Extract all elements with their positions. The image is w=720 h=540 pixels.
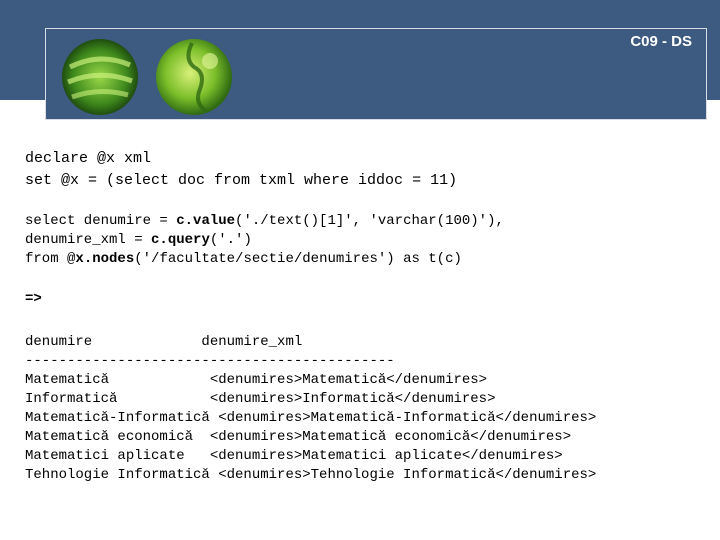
result-row: Matematică economică <denumires>Matemati… [25,429,572,445]
result-row: Matematică <denumires>Matematică</denumi… [25,372,488,388]
code-keyword: c.value [176,213,236,229]
result-separator: ----------------------------------------… [25,353,395,369]
code-keyword: c.query [151,232,210,248]
code-text: ('.') [209,232,252,248]
slide-title: C09 - DS [630,33,692,50]
code-line: set @x = (select doc from txml where idd… [25,172,458,189]
code-line: denumire_xml = c.query('.') [25,231,252,250]
header-panel: C09 - DS [45,28,707,120]
puzzle-decoration-icon [156,39,232,115]
code-text: ('./text()[1]', 'varchar(100)'), [235,213,504,229]
result-row: Informatică <denumires>Informatică</denu… [25,391,496,407]
code-text: ('/facultate/sectie/denumires') as t(c) [134,251,462,267]
code-line: select denumire = c.value('./text()[1]',… [25,212,504,231]
code-line: from @x.nodes('/facultate/sectie/denumir… [25,250,462,269]
result-row: Matematică-Informatică <denumires>Matema… [25,410,597,426]
code-keyword: x.nodes [75,251,135,267]
result-row: Matematici aplicate <denumires>Matematic… [25,448,563,464]
code-line: declare @x xml [25,150,152,167]
leaf-decoration-icon [62,39,138,115]
code-text: denumire_xml = [25,232,152,248]
result-header: denumire denumire_xml [25,334,303,350]
result-arrow: => [25,291,42,307]
code-text: from @ [25,251,76,267]
result-row: Tehnologie Informatică <denumires>Tehnol… [25,467,597,483]
code-text: select denumire = [25,213,177,229]
